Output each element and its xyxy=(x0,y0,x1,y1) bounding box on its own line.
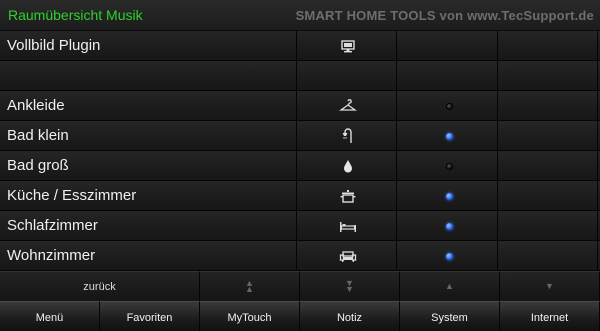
row-ankleide[interactable]: Ankleide xyxy=(0,91,600,121)
row-wohnzimmer[interactable]: Wohnzimmer xyxy=(0,241,600,271)
water-drop-icon[interactable] xyxy=(339,157,357,175)
menu-label: Notiz xyxy=(336,312,363,324)
row-kueche-esszimmer[interactable]: Küche / Esszimmer xyxy=(0,181,600,211)
scroll-down-icon: ▼ xyxy=(545,281,554,291)
status-indicator[interactable] xyxy=(446,253,453,260)
status-indicator[interactable] xyxy=(446,193,453,200)
menu-button-notiz[interactable]: Notiz xyxy=(300,301,400,331)
shower-icon[interactable] xyxy=(339,127,357,145)
header-bar: Raumübersicht Musik SMART HOME TOOLS von… xyxy=(0,0,600,31)
scroll-down-button[interactable]: ▼ xyxy=(500,271,600,301)
status-indicator[interactable] xyxy=(446,223,453,230)
menu-label: Internet xyxy=(530,312,569,324)
cooking-pot-icon[interactable] xyxy=(339,187,357,205)
row-label: Bad groß xyxy=(7,157,69,174)
brand-text: SMART HOME TOOLS von www.TecSupport.de xyxy=(295,8,594,23)
scroll-up-icon: ▲ xyxy=(445,281,454,291)
room-list: Vollbild Plugin Ankleide Bad klein Bad g… xyxy=(0,31,600,271)
row-label: Wohnzimmer xyxy=(7,247,96,264)
row-label: Schlafzimmer xyxy=(7,217,98,234)
menu-button-system[interactable]: System xyxy=(400,301,500,331)
menu-label: MyTouch xyxy=(227,312,272,324)
row-empty xyxy=(0,61,600,91)
page-down-icon: ▼ ▼ xyxy=(345,278,354,294)
page-up-icon: ▲ ▲ xyxy=(245,278,254,294)
bed-icon[interactable] xyxy=(339,217,357,235)
menu-button-mytouch[interactable]: MyTouch xyxy=(200,301,300,331)
status-indicator[interactable] xyxy=(446,103,453,110)
monitor-icon[interactable] xyxy=(339,37,357,55)
row-label: Vollbild Plugin xyxy=(7,37,101,54)
page-down-button[interactable]: ▼ ▼ xyxy=(300,271,400,301)
row-label: Küche / Esszimmer xyxy=(7,187,137,204)
menu-button-internet[interactable]: Internet xyxy=(500,301,600,331)
sofa-icon[interactable] xyxy=(339,247,357,265)
menu-button-favoriten[interactable]: Favoriten xyxy=(100,301,200,331)
hanger-icon[interactable] xyxy=(339,97,357,115)
row-label: Bad klein xyxy=(7,127,69,144)
row-bad-klein[interactable]: Bad klein xyxy=(0,121,600,151)
back-label: zurück xyxy=(83,281,116,293)
menu-label: Menü xyxy=(35,312,64,324)
menu-button-menu[interactable]: Menü xyxy=(0,301,100,331)
menu-label: Favoriten xyxy=(126,312,173,324)
page-title: Raumübersicht Musik xyxy=(8,7,143,23)
back-button[interactable]: zurück xyxy=(0,271,200,301)
status-indicator[interactable] xyxy=(446,163,453,170)
row-label: Ankleide xyxy=(7,97,65,114)
menu-label: System xyxy=(431,312,468,324)
scroll-up-button[interactable]: ▲ xyxy=(400,271,500,301)
row-schlafzimmer[interactable]: Schlafzimmer xyxy=(0,211,600,241)
status-indicator[interactable] xyxy=(446,133,453,140)
row-vollbild-plugin[interactable]: Vollbild Plugin xyxy=(0,31,600,61)
page-up-button[interactable]: ▲ ▲ xyxy=(200,271,300,301)
navigation-bar: zurück ▲ ▲ ▼ ▼ ▲ ▼ xyxy=(0,271,600,301)
main-menu-bar: Menü Favoriten MyTouch Notiz System Inte… xyxy=(0,301,600,331)
row-bad-gross[interactable]: Bad groß xyxy=(0,151,600,181)
